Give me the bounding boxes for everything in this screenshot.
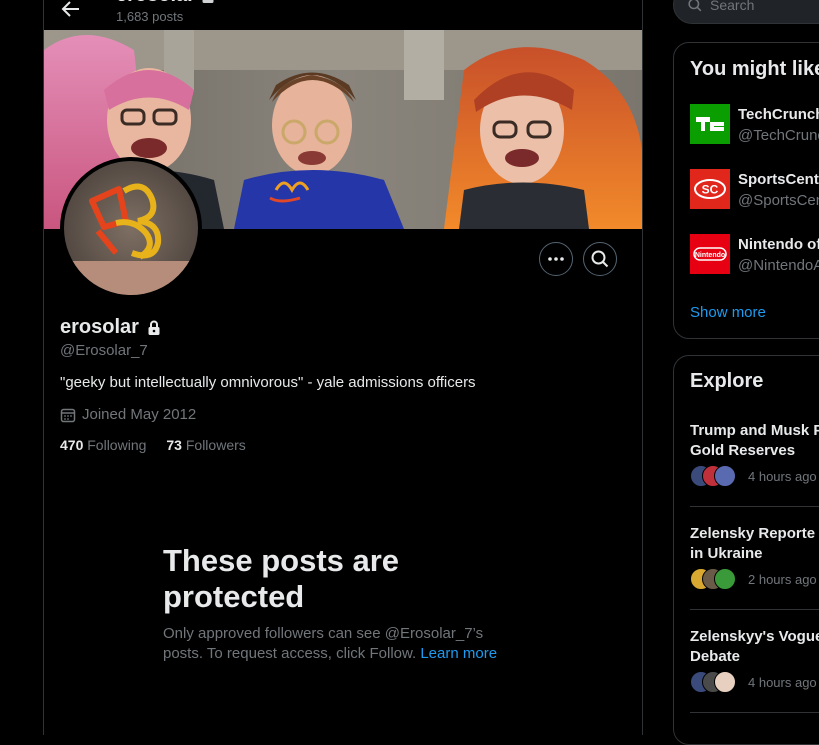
search-icon (688, 0, 702, 12)
more-dots-icon (548, 257, 564, 261)
trend-title-line: Zelenskyy's Vogue (690, 628, 819, 645)
protected-message: Only approved followers can see @Erosola… (163, 624, 523, 664)
lock-icon (202, 0, 214, 3)
trend-title-line: Trump and Musk P (690, 422, 819, 439)
following-label: Following (87, 437, 147, 453)
participant-avatars (690, 568, 740, 590)
trend-time: 4 hours ago (748, 468, 817, 484)
search-icon (591, 250, 609, 268)
post-count: 1,683 posts (116, 9, 184, 24)
joined-text: Joined May 2012 (82, 406, 197, 423)
who-to-follow-card: You might like TechCrunch @TechCrunch SC… (673, 42, 819, 339)
following-count: 470 (60, 437, 84, 453)
trend-title-line: in Ukraine (690, 545, 763, 562)
suggested-account[interactable]: TechCrunch @TechCrunch (690, 104, 819, 148)
trend-title-line: Debate (690, 648, 741, 665)
techcrunch-logo-icon (690, 104, 730, 144)
following-link[interactable]: 470 Following (60, 437, 146, 453)
trend-time: 2 hours ago (748, 571, 817, 587)
trend-title-line: Gold Reserves (690, 442, 796, 459)
account-handle: @NintendoAmerica (738, 257, 819, 274)
followers-count: 73 (166, 437, 182, 453)
lock-icon (148, 320, 160, 335)
profile-handle: @Erosolar_7 (60, 342, 148, 359)
main-column: erosolar 1,683 posts (43, 0, 643, 735)
account-name: Nintendo of America (738, 236, 819, 253)
back-button[interactable] (58, 0, 84, 22)
avatar-image (64, 161, 198, 295)
profile-bio: "geeky but intellectually omnivorous" - … (60, 374, 476, 391)
joined-date: Joined May 2012 (60, 406, 196, 423)
participant-avatars (690, 671, 740, 693)
arrow-left-icon (61, 1, 79, 17)
account-name: SportsCenter (738, 171, 819, 188)
who-to-follow-title: You might like (690, 58, 819, 80)
avatar (714, 465, 736, 487)
search-placeholder: Search (710, 0, 755, 13)
divider (690, 506, 819, 507)
search-profile-button[interactable] (583, 242, 617, 276)
svg-text:SC: SC (702, 183, 719, 197)
calendar-icon (60, 408, 76, 422)
suggested-account[interactable]: Nintendo Nintendo of America @NintendoAm… (690, 234, 819, 278)
suggested-account[interactable]: SC SportsCenter @SportsCenter (690, 169, 819, 213)
trend-time: 4 hours ago (748, 674, 817, 690)
nintendo-logo-text: Nintendo (695, 252, 725, 259)
sportscenter-logo-icon: SC (690, 169, 730, 209)
avatar[interactable] (60, 157, 202, 299)
header-title-text: erosolar (116, 0, 195, 7)
profile-header-bar: erosolar 1,683 posts (44, 0, 642, 30)
avatar (714, 671, 736, 693)
trend-title: Zelenskyy's Vogue Debate (690, 627, 819, 667)
nintendo-logo-icon: Nintendo (690, 234, 730, 274)
divider (690, 712, 819, 713)
trend-title: Trump and Musk P Gold Reserves (690, 421, 819, 461)
profile-stats: 470 Following 73 Followers (60, 437, 246, 453)
followers-link[interactable]: 73 Followers (166, 437, 245, 453)
show-more-link[interactable]: Show more (690, 304, 766, 321)
search-input[interactable]: Search (673, 0, 819, 24)
trend-title: Zelensky Reporte in Ukraine (690, 524, 819, 564)
divider (690, 609, 819, 610)
avatar (714, 568, 736, 590)
trend-meta: 2 hours ago (690, 568, 817, 590)
more-options-button[interactable] (539, 242, 573, 276)
explore-title: Explore (690, 370, 764, 392)
trend-meta: 4 hours ago (690, 465, 817, 487)
display-name: erosolar (60, 316, 139, 338)
profile-name: erosolar (60, 316, 161, 339)
trend-meta: 4 hours ago (690, 671, 817, 693)
account-handle: @TechCrunch (738, 127, 819, 144)
participant-avatars (690, 465, 740, 487)
account-handle: @SportsCenter (738, 192, 819, 209)
explore-card: Explore Trump and Musk P Gold Reserves 4… (673, 355, 819, 745)
header-title: erosolar (116, 0, 215, 7)
account-name: TechCrunch (738, 106, 819, 123)
followers-label: Followers (185, 437, 246, 453)
trend-title-line: Zelensky Reporte (690, 525, 816, 542)
protected-title: These posts are protected (163, 543, 400, 614)
learn-more-link[interactable]: Learn more (420, 645, 497, 662)
